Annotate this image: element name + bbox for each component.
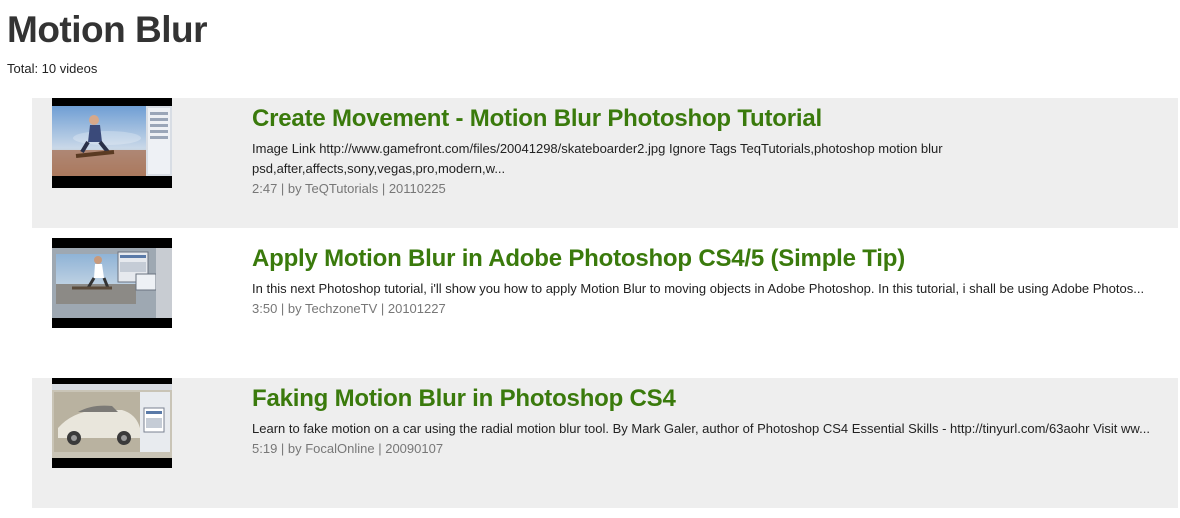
video-item: Faking Motion Blur in Photoshop CS4 Lear… — [32, 378, 1178, 508]
page-title: Motion Blur — [7, 9, 208, 50]
video-info: Faking Motion Blur in Photoshop CS4 Lear… — [252, 384, 1162, 459]
video-info: Create Movement - Motion Blur Photoshop … — [252, 104, 1162, 199]
video-description: Image Link http://www.gamefront.com/file… — [252, 141, 943, 176]
video-title-link[interactable]: Faking Motion Blur in Photoshop CS4 — [252, 384, 1162, 414]
video-meta: 2:47 | by TeQTutorials | 20110225 — [252, 181, 446, 196]
video-title-link[interactable]: Apply Motion Blur in Adobe Photoshop CS4… — [252, 244, 1162, 274]
video-item: Create Movement - Motion Blur Photoshop … — [32, 98, 1178, 228]
runner-thumbnail-image — [52, 238, 172, 328]
video-meta: 3:50 | by TechzoneTV | 20101227 — [252, 301, 446, 316]
video-list: Create Movement - Motion Blur Photoshop … — [32, 98, 1178, 518]
video-item: Apply Motion Blur in Adobe Photoshop CS4… — [32, 238, 1178, 368]
video-thumbnail[interactable] — [52, 238, 172, 328]
video-description: Learn to fake motion on a car using the … — [252, 421, 1150, 436]
video-thumbnail[interactable] — [52, 378, 172, 468]
skateboarder-thumbnail-image — [52, 98, 172, 188]
video-info: Apply Motion Blur in Adobe Photoshop CS4… — [252, 244, 1162, 319]
video-description: In this next Photoshop tutorial, i'll sh… — [252, 281, 1145, 296]
total-count: Total: 10 videos — [7, 61, 98, 76]
video-meta: 5:19 | by FocalOnline | 20090107 — [252, 441, 444, 456]
car-thumbnail-image — [52, 378, 172, 468]
video-thumbnail[interactable] — [52, 98, 172, 188]
video-title-link[interactable]: Create Movement - Motion Blur Photoshop … — [252, 104, 1162, 134]
